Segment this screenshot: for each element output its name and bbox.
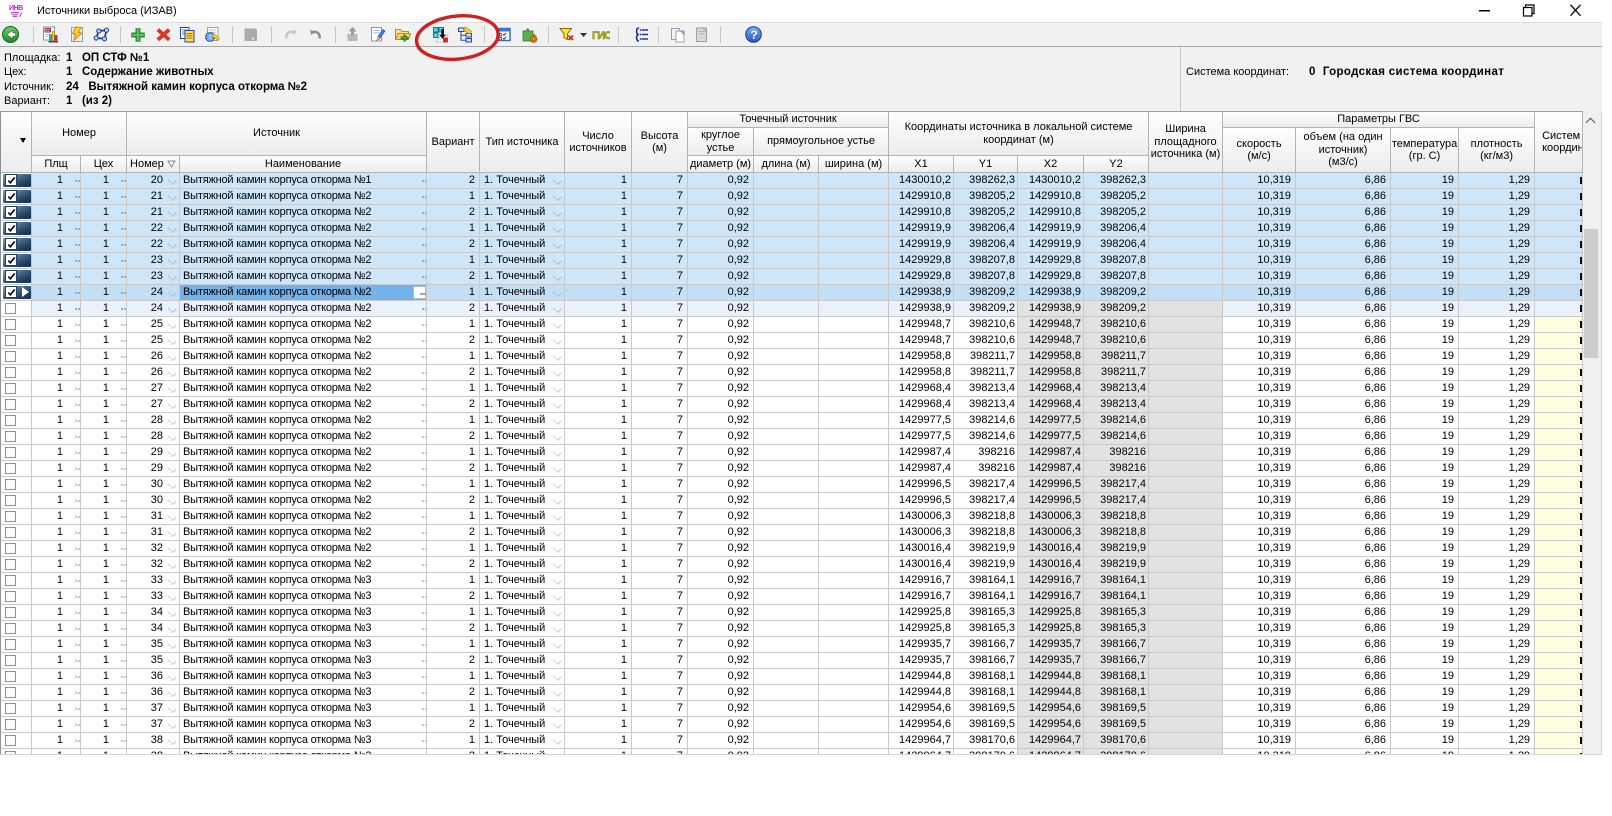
svg-text:?: ? [750,28,757,42]
svg-text:ИНВ: ИНВ [9,5,23,12]
svg-text:ГИС: ГИС [592,30,610,42]
